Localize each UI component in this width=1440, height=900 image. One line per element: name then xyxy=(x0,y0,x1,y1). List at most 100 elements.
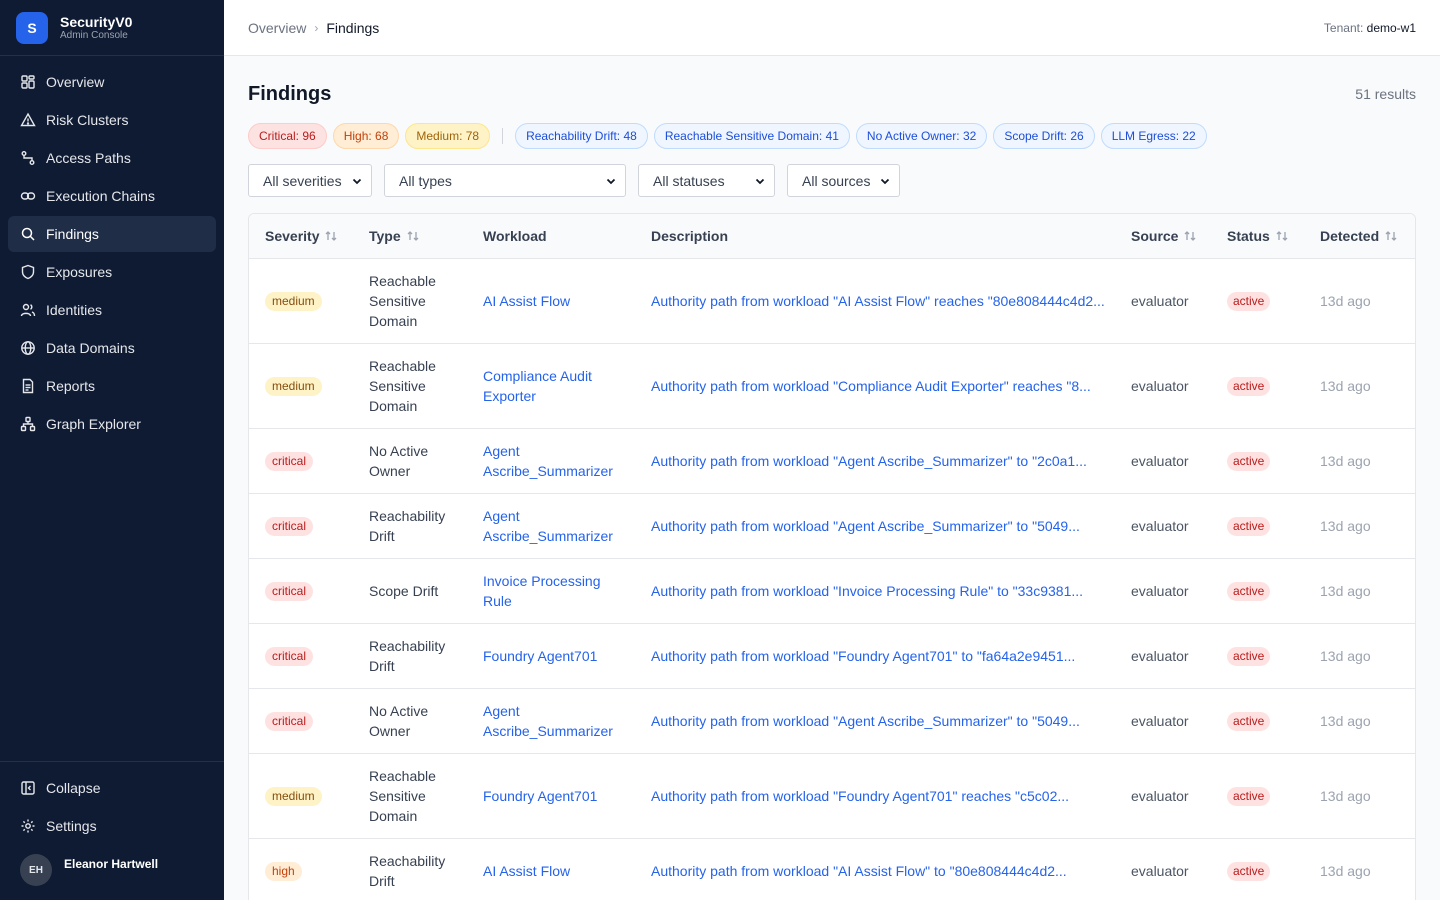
table-row[interactable]: medium Reachable Sensitive Domain Foundry … xyxy=(249,754,1415,839)
sidebar-item-identities[interactable]: Identities xyxy=(8,292,216,328)
sidebar-item-overview[interactable]: Overview xyxy=(8,64,216,100)
sidebar-item-graph-explorer[interactable]: Graph Explorer xyxy=(8,406,216,442)
source-cell: evaluator xyxy=(1131,453,1189,469)
sidebar-item-label: Graph Explorer xyxy=(46,416,141,432)
table-row[interactable]: critical Scope Drift Invoice Processing Ru… xyxy=(249,559,1415,624)
status-filter[interactable]: All statuses xyxy=(638,164,775,197)
severity-badge: critical xyxy=(265,451,314,471)
description-link[interactable]: Authority path from workload "Agent Ascr… xyxy=(635,713,1115,729)
description-link[interactable]: Authority path from workload "Foundry Ag… xyxy=(635,788,1115,804)
workload-link[interactable]: AI Assist Flow xyxy=(467,861,635,881)
column-status[interactable]: Status xyxy=(1211,228,1304,244)
severity-cell: critical xyxy=(249,581,353,601)
type-filter[interactable]: All types xyxy=(384,164,626,197)
status-badge: active xyxy=(1227,291,1271,311)
breadcrumb-overview[interactable]: Overview xyxy=(248,20,306,36)
status-cell: active xyxy=(1211,516,1304,536)
sidebar-item-label: Data Domains xyxy=(46,340,135,356)
table-row[interactable]: critical No Active Owner Agent Ascribe_Sum… xyxy=(249,429,1415,494)
workload-link[interactable]: Foundry Agent701 xyxy=(467,786,635,806)
source-cell: evaluator xyxy=(1131,293,1189,309)
chip-llm-egress[interactable]: LLM Egress: 22 xyxy=(1100,123,1207,149)
chip-reachable-sensitive-domain[interactable]: Reachable Sensitive Domain: 41 xyxy=(653,123,850,149)
chip-no-active-owner[interactable]: No Active Owner: 32 xyxy=(855,123,988,149)
column-label: Description xyxy=(651,228,729,244)
breadcrumb-current: Findings xyxy=(326,19,380,36)
status-badge: active xyxy=(1227,711,1271,731)
sidebar-item-access-paths[interactable]: Access Paths xyxy=(8,140,216,176)
source-cell: evaluator xyxy=(1131,648,1189,664)
workload-link[interactable]: Agent Ascribe_Summarizer xyxy=(467,701,635,741)
sidebar-item-label: Reports xyxy=(46,378,96,394)
breadcrumb: Overview › Findings xyxy=(248,20,379,36)
workload-link[interactable]: Agent Ascribe_Summarizer xyxy=(467,506,635,546)
source-filter[interactable]: All sources xyxy=(787,164,900,197)
column-source[interactable]: Source xyxy=(1115,228,1211,244)
status-badge: active xyxy=(1227,786,1271,806)
severity-badge: critical xyxy=(265,581,314,601)
status-cell: active xyxy=(1211,581,1304,601)
table-row[interactable]: critical Reachability Drift Agent Ascribe_… xyxy=(249,494,1415,559)
chip-medium[interactable]: Medium: 78 xyxy=(405,123,491,149)
table-row[interactable]: critical Reachability Drift Foundry Agent7… xyxy=(249,624,1415,689)
findings-table: Severity Type Workload Description Sourc… xyxy=(248,213,1416,900)
user-profile[interactable]: EH Eleanor Hartwell xyxy=(8,846,216,886)
table-row[interactable]: medium Reachable Sensitive Domain AI Assis… xyxy=(249,259,1415,344)
sidebar: S SecurityV0 Admin Console Overview Risk… xyxy=(0,0,224,900)
source-cell: evaluator xyxy=(1131,788,1189,804)
sidebar-item-reports[interactable]: Reports xyxy=(8,368,216,404)
severity-badge: critical xyxy=(265,516,314,536)
workload-link[interactable]: AI Assist Flow xyxy=(467,291,635,311)
status-badge: active xyxy=(1227,516,1271,536)
document-icon xyxy=(22,378,34,394)
workload-link[interactable]: Agent Ascribe_Summarizer xyxy=(467,441,635,481)
workload-link[interactable]: Compliance Audit Exporter xyxy=(467,366,635,406)
type-filter-value: All types xyxy=(399,172,452,189)
network-icon xyxy=(20,416,36,432)
detected-cell: 13d ago xyxy=(1320,453,1371,469)
sidebar-item-exposures[interactable]: Exposures xyxy=(8,254,216,290)
chip-scope-drift[interactable]: Scope Drift: 26 xyxy=(993,123,1095,149)
workload-link[interactable]: Invoice Processing Rule xyxy=(467,571,635,611)
description-link[interactable]: Authority path from workload "Invoice Pr… xyxy=(635,583,1115,599)
table-row[interactable]: high Reachability Drift AI Assist Flow Auth… xyxy=(249,839,1415,900)
workload-link[interactable]: Foundry Agent701 xyxy=(467,646,635,666)
description-link[interactable]: Authority path from workload "AI Assist … xyxy=(635,293,1115,309)
type-cell: Reachability Drift xyxy=(369,638,446,674)
table-row[interactable]: critical No Active Owner Agent Ascribe_Sum… xyxy=(249,689,1415,754)
settings-button[interactable]: Settings xyxy=(8,808,216,844)
tenant-indicator: Tenant: demo-w1 xyxy=(1324,21,1416,35)
sidebar-item-data-domains[interactable]: Data Domains xyxy=(8,330,216,366)
column-detected[interactable]: Detected xyxy=(1304,228,1414,244)
collapse-button[interactable]: Collapse xyxy=(8,770,216,806)
sidebar-item-execution-chains[interactable]: Execution Chains xyxy=(8,178,216,214)
shield-icon xyxy=(21,264,35,280)
severity-badge: medium xyxy=(265,376,322,396)
description-link[interactable]: Authority path from workload "Agent Ascr… xyxy=(635,453,1115,469)
sidebar-item-findings[interactable]: Findings xyxy=(8,216,216,252)
table-row[interactable]: medium Reachable Sensitive Domain Complian… xyxy=(249,344,1415,429)
severity-filter[interactable]: All severities xyxy=(248,164,372,197)
users-icon xyxy=(20,303,36,317)
column-severity[interactable]: Severity xyxy=(249,228,353,244)
severity-cell: medium xyxy=(249,291,353,311)
detected-cell: 13d ago xyxy=(1320,863,1371,879)
settings-label: Settings xyxy=(46,818,97,834)
sidebar-item-risk-clusters[interactable]: Risk Clusters xyxy=(8,102,216,138)
description-link[interactable]: Authority path from workload "AI Assist … xyxy=(635,863,1115,879)
detected-cell: 13d ago xyxy=(1320,648,1371,664)
type-cell: No Active Owner xyxy=(369,443,429,479)
chip-high[interactable]: High: 68 xyxy=(332,123,400,149)
source-cell: evaluator xyxy=(1131,863,1189,879)
brand-name: SecurityV0 xyxy=(60,13,133,30)
brand-subtitle: Admin Console xyxy=(60,29,128,41)
column-type[interactable]: Type xyxy=(353,226,467,246)
description-link[interactable]: Authority path from workload "Foundry Ag… xyxy=(635,648,1115,664)
chip-critical[interactable]: Critical: 96 xyxy=(248,123,327,149)
column-label: Type xyxy=(369,228,401,244)
brand[interactable]: S SecurityV0 Admin Console xyxy=(0,0,224,56)
chip-reachability-drift[interactable]: Reachability Drift: 48 xyxy=(515,123,648,149)
sidebar-item-label: Execution Chains xyxy=(46,188,155,204)
description-link[interactable]: Authority path from workload "Compliance… xyxy=(635,378,1115,394)
description-link[interactable]: Authority path from workload "Agent Ascr… xyxy=(635,518,1115,534)
